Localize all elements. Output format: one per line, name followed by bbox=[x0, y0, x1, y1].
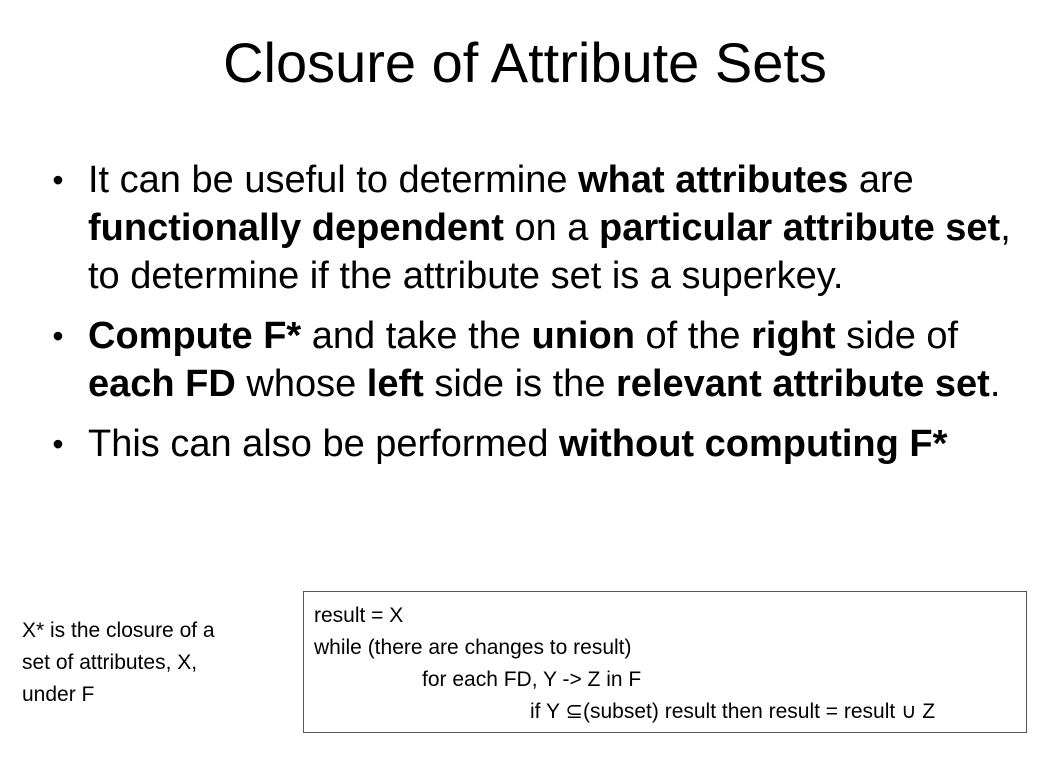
note-line: under F bbox=[22, 683, 95, 706]
note-line: X* is the closure of a bbox=[22, 619, 215, 642]
bullet-text: This can also be performed without compu… bbox=[88, 423, 948, 465]
bullet-text: Compute F* and take the union of the rig… bbox=[88, 315, 1001, 405]
algorithm-line: if Y ⊆(subset) result then result = resu… bbox=[530, 700, 936, 723]
bullet-item: • This can also be performed without com… bbox=[48, 420, 1038, 468]
bullet-dot-icon: • bbox=[52, 318, 64, 354]
bullet-dot-icon: • bbox=[52, 426, 64, 462]
bullet-list: • It can be useful to determine what att… bbox=[48, 156, 1038, 480]
algorithm-line: while (there are changes to result) bbox=[314, 636, 632, 659]
bullet-dot-icon: • bbox=[52, 162, 64, 198]
slide-title: Closure of Attribute Sets bbox=[223, 31, 827, 94]
bullet-text: It can be useful to determine what attri… bbox=[88, 159, 1011, 297]
algorithm-line: for each FD, Y -> Z in F bbox=[422, 668, 642, 691]
algorithm-box: result = X while (there are changes to r… bbox=[303, 591, 1027, 733]
bullet-item: • Compute F* and take the union of the r… bbox=[48, 312, 1038, 408]
closure-definition-note: X* is the closure of a set of attributes… bbox=[22, 615, 282, 711]
algorithm-line: result = X bbox=[314, 604, 404, 627]
note-line: set of attributes, X, bbox=[22, 651, 198, 674]
bullet-item: • It can be useful to determine what att… bbox=[48, 156, 1038, 300]
